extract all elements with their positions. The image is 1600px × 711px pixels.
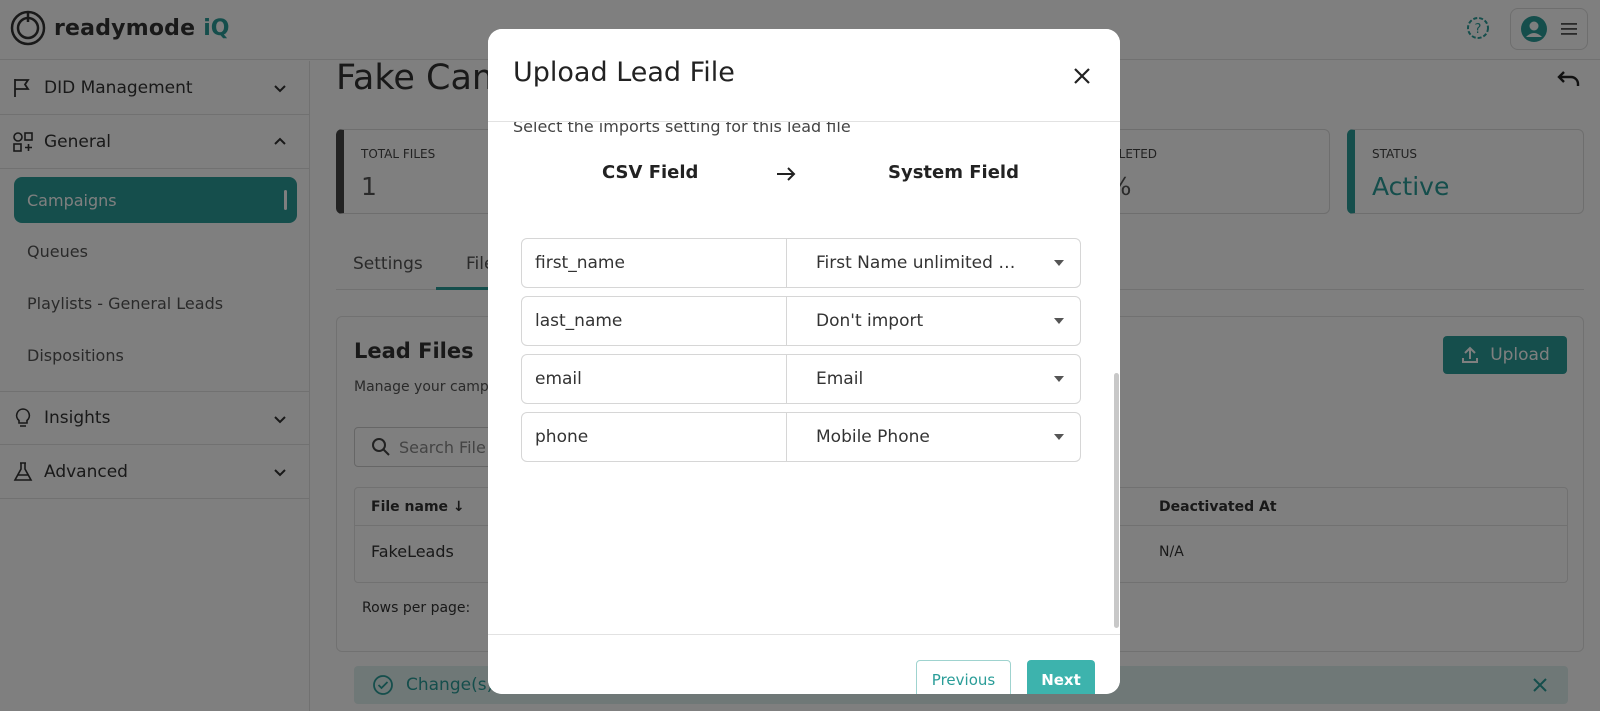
system-field-value: First Name unlimited text — [816, 253, 1016, 273]
dropdown-caret-icon — [1054, 376, 1064, 382]
system-field-value: Mobile Phone — [816, 427, 930, 447]
csv-field-input[interactable]: last_name — [522, 297, 787, 345]
modal-title: Upload Lead File — [513, 57, 735, 88]
next-button[interactable]: Next — [1027, 660, 1095, 694]
mapping-row: first_name First Name unlimited text — [521, 238, 1081, 288]
system-field-select[interactable]: Don't import — [787, 297, 1080, 345]
csv-field-input[interactable]: first_name — [522, 239, 787, 287]
upload-lead-file-modal: Upload Lead File Select the imports sett… — [488, 29, 1120, 694]
dropdown-caret-icon — [1054, 260, 1064, 266]
csv-field-input[interactable]: phone — [522, 413, 787, 461]
system-field-select[interactable]: Mobile Phone — [787, 413, 1080, 461]
mapping-row: last_name Don't import — [521, 296, 1081, 346]
modal-header: Upload Lead File — [488, 29, 1120, 122]
system-field-header: System Field — [888, 162, 1019, 183]
csv-field-header: CSV Field — [602, 162, 699, 183]
close-icon[interactable] — [1071, 65, 1093, 87]
arrow-right-icon — [777, 167, 796, 181]
previous-button[interactable]: Previous — [916, 660, 1011, 694]
csv-field-input[interactable]: email — [522, 355, 787, 403]
mapping-row: email Email — [521, 354, 1081, 404]
system-field-select[interactable]: Email — [787, 355, 1080, 403]
system-field-value: Email — [816, 369, 864, 389]
system-field-select[interactable]: First Name unlimited text — [787, 239, 1080, 287]
system-field-value: Don't import — [816, 311, 924, 331]
instructions-text: Select the imports setting for this lead… — [513, 122, 851, 136]
modal-footer: Previous Next — [488, 634, 1120, 694]
modal-scrollbar[interactable] — [1114, 373, 1119, 628]
dropdown-caret-icon — [1054, 434, 1064, 440]
dropdown-caret-icon — [1054, 318, 1064, 324]
modal-body[interactable]: Select the imports setting for this lead… — [488, 122, 1120, 634]
mapping-row: phone Mobile Phone — [521, 412, 1081, 462]
